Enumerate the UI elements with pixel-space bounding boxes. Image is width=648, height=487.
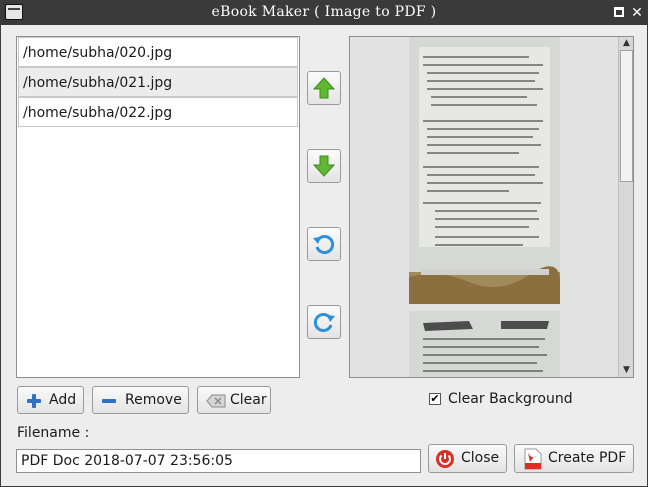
rotate-right-icon	[313, 313, 335, 332]
maximize-button[interactable]	[613, 6, 627, 20]
image-preview[interactable]: ▲ ▼	[349, 36, 634, 378]
clear-icon	[206, 394, 226, 408]
window-title: eBook Maker ( Image to PDF )	[211, 4, 437, 20]
arrow-down-icon	[312, 155, 336, 177]
pdf-file-icon	[524, 448, 542, 470]
main-window: eBook Maker ( Image to PDF ) ✕ /home/sub…	[0, 0, 648, 487]
close-button[interactable]: Close	[428, 444, 507, 473]
filename-field[interactable]: PDF Doc 2018-07-07 23:56:05	[16, 449, 421, 473]
clear-background-label: Clear Background	[448, 391, 573, 407]
plus-icon	[27, 394, 41, 408]
clear-button[interactable]: Clear	[197, 386, 271, 414]
move-down-button[interactable]	[307, 149, 341, 183]
filename-label: Filename :	[17, 425, 90, 441]
scroll-down-arrow-icon[interactable]: ▼	[620, 364, 633, 377]
preview-scrollbar[interactable]: ▲ ▼	[618, 37, 633, 377]
scrollbar-thumb[interactable]	[620, 50, 633, 182]
close-button-label: Close	[461, 450, 500, 466]
page-preview-image	[409, 311, 560, 377]
power-icon	[436, 450, 454, 468]
minus-icon	[102, 399, 116, 403]
create-pdf-button[interactable]: Create PDF	[514, 444, 634, 473]
page-preview-image	[409, 37, 560, 304]
arrow-up-icon	[312, 77, 336, 99]
move-up-button[interactable]	[307, 71, 341, 105]
clear-background-checkbox[interactable]: ✔	[429, 393, 441, 405]
remove-button-label: Remove	[125, 392, 182, 408]
add-button[interactable]: Add	[17, 386, 84, 414]
close-window-button[interactable]: ✕	[630, 6, 644, 20]
rotate-left-button[interactable]	[307, 227, 341, 261]
scroll-up-arrow-icon[interactable]: ▲	[620, 37, 633, 50]
add-button-label: Add	[49, 392, 77, 408]
remove-button[interactable]: Remove	[92, 386, 189, 414]
file-list-item[interactable]: /home/subha/022.jpg	[18, 97, 298, 127]
file-list[interactable]: /home/subha/020.jpg /home/subha/021.jpg …	[16, 36, 300, 378]
clear-button-label: Clear	[230, 392, 267, 408]
rotate-right-button[interactable]	[307, 305, 341, 339]
create-pdf-button-label: Create PDF	[548, 450, 627, 466]
rotate-left-icon	[313, 235, 335, 254]
file-list-item[interactable]: /home/subha/020.jpg	[18, 37, 298, 67]
file-list-item[interactable]: /home/subha/021.jpg	[18, 67, 298, 97]
titlebar: eBook Maker ( Image to PDF ) ✕	[1, 1, 647, 25]
